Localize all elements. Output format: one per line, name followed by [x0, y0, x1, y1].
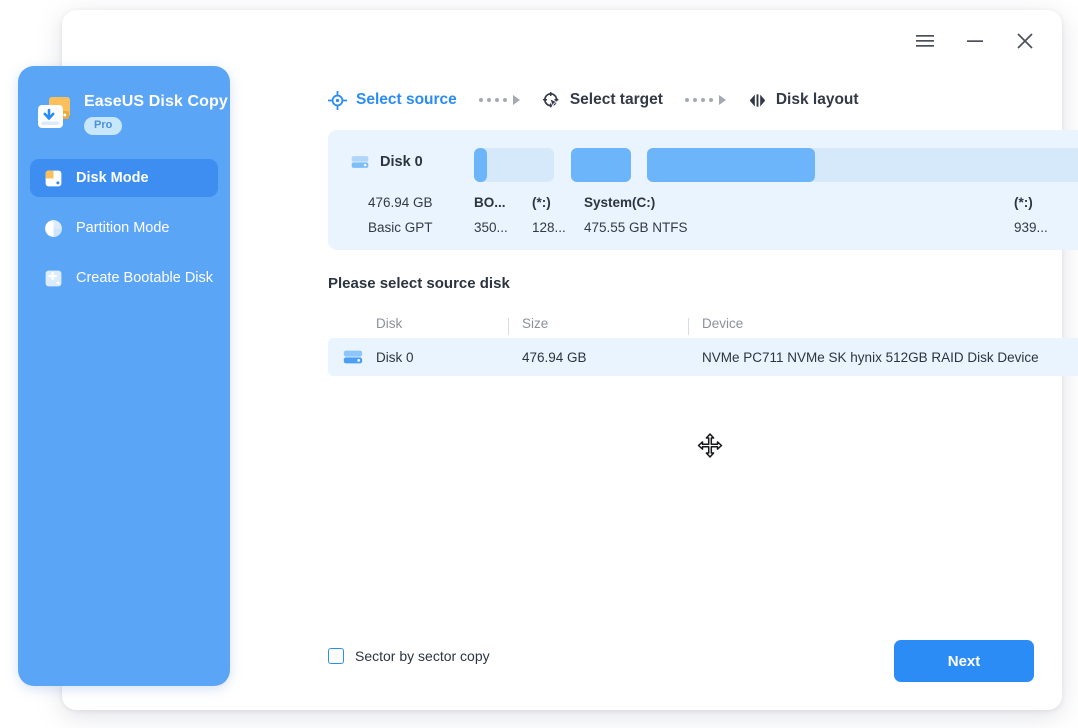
- checkbox-label: Sector by sector copy: [355, 648, 490, 664]
- brand-name: EaseUS Disk Copy: [84, 93, 228, 110]
- step-navigation: Select source Select target Disk layout: [328, 86, 859, 114]
- disk-capacity: 476.94 GB: [368, 195, 433, 210]
- disk-mode-icon: [45, 170, 62, 186]
- partition-mode-icon: [45, 219, 62, 237]
- table-header-row: Disk Size Device: [328, 308, 1078, 338]
- partition-detail: 128...: [532, 220, 566, 235]
- menu-button[interactable]: [910, 26, 940, 56]
- partition-segment-2[interactable]: [571, 148, 632, 182]
- step-label: Select source: [356, 91, 457, 108]
- move-cursor: [697, 433, 723, 458]
- partition-name: (*:): [1014, 195, 1033, 210]
- sidebar-item-label: Create Bootable Disk: [76, 270, 214, 286]
- partition-detail: 350...: [474, 220, 508, 235]
- column-header-size: Size: [508, 316, 702, 335]
- cell-size: 476.94 GB: [522, 349, 587, 365]
- screen: Select source Select target Disk layout …: [0, 0, 1078, 728]
- partition-label-system: System(C:) 475.55 GB NTFS: [584, 190, 688, 240]
- column-header-disk: Disk: [376, 315, 403, 331]
- partition-segment-system-used: [646, 148, 815, 182]
- section-title: Please select source disk: [328, 275, 510, 292]
- partition-segment-boot-used: [474, 148, 488, 182]
- minus-icon: [967, 40, 983, 42]
- step-connector-2: [684, 95, 726, 105]
- hard-disk-icon: [343, 350, 363, 364]
- close-icon: [1017, 33, 1033, 49]
- sidebar-item-disk-mode[interactable]: Disk Mode: [30, 159, 218, 197]
- sector-by-sector-checkbox[interactable]: Sector by sector copy: [328, 648, 490, 664]
- sidebar: EaseUS Disk Copy Pro Disk Mode Partition…: [18, 66, 230, 686]
- column-header-device: Device: [688, 316, 1078, 335]
- source-disk-table: Disk Size Device Disk 0 476.94 GB NVMe P…: [328, 308, 1078, 376]
- easeus-disk-copy-logo-icon: [38, 97, 70, 128]
- disk-overview-header: Disk 0: [350, 152, 423, 172]
- partition-name: System(C:): [584, 195, 656, 210]
- cell-device: NVMe PC711 NVMe SK hynix 512GB RAID Disk…: [702, 349, 1039, 365]
- partition-bar-strip: [474, 148, 1078, 182]
- hard-disk-icon: [351, 156, 369, 168]
- target-pointer-icon: [542, 91, 559, 108]
- partition-detail: 475.55 GB NTFS: [584, 220, 688, 235]
- minimize-button[interactable]: [960, 26, 990, 56]
- sidebar-nav: Disk Mode Partition Mode Create Bootable…: [18, 159, 230, 297]
- disk-overview-panel: Disk 0 476.94 GB Basic GPT BO... 350... …: [328, 130, 1078, 250]
- footer-bar: Sector by sector copy Next: [328, 640, 1034, 684]
- step-disk-layout[interactable]: Disk layout: [748, 91, 859, 110]
- close-button[interactable]: [1010, 26, 1040, 56]
- hamburger-icon: [916, 35, 934, 47]
- step-connector-1: [478, 95, 520, 105]
- partition-label-boot: BO... 350...: [474, 190, 508, 240]
- partition-name: (*:): [532, 195, 551, 210]
- create-bootable-disk-icon: [45, 270, 62, 286]
- table-row[interactable]: Disk 0 476.94 GB NVMe PC711 NVMe SK hyni…: [328, 338, 1078, 376]
- brand: EaseUS Disk Copy Pro: [18, 66, 230, 135]
- partition-labels: BO... 350... (*:) 128... System(C:) 475.…: [474, 190, 1074, 242]
- disk-scheme: Basic GPT: [368, 220, 433, 235]
- cell-disk: Disk 0: [328, 346, 522, 368]
- sidebar-item-partition-mode[interactable]: Partition Mode: [30, 209, 218, 247]
- step-label: Select target: [569, 91, 663, 108]
- partition-label-recovery: (*:) 939...: [1014, 190, 1048, 240]
- partition-label-2: (*:) 128...: [532, 190, 566, 240]
- next-button[interactable]: Next: [894, 640, 1034, 682]
- title-bar: [762, 10, 1062, 72]
- disk-layout-icon: [749, 93, 766, 107]
- step-label: Disk layout: [775, 91, 859, 108]
- sidebar-item-label: Partition Mode: [76, 220, 170, 236]
- brand-text: EaseUS Disk Copy Pro: [84, 92, 228, 135]
- step-select-target[interactable]: Select target: [542, 91, 663, 110]
- partition-detail: 939...: [1014, 220, 1048, 235]
- step-select-source[interactable]: Select source: [328, 90, 457, 110]
- sidebar-item-label: Disk Mode: [76, 170, 149, 186]
- pro-badge: Pro: [84, 117, 123, 135]
- disk-overview-name: Disk 0: [380, 154, 423, 170]
- cell-disk-label: Disk 0: [376, 349, 414, 365]
- checkbox-box[interactable]: [328, 648, 344, 664]
- disk-overview-meta: 476.94 GB Basic GPT: [368, 190, 433, 240]
- sidebar-item-create-bootable-disk[interactable]: Create Bootable Disk: [30, 259, 218, 297]
- partition-name: BO...: [474, 195, 506, 210]
- target-crosshair-icon: [328, 90, 347, 110]
